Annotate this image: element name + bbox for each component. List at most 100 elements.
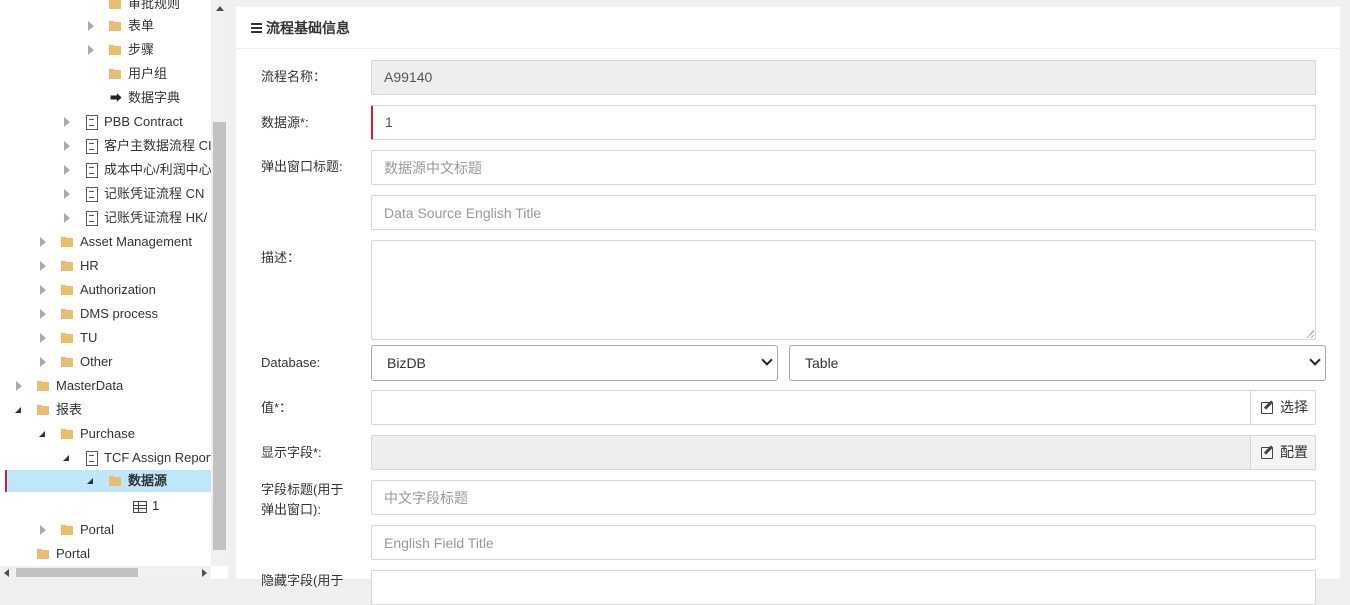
process-name-label: 流程名称： [261,69,327,84]
tree-item[interactable]: 用户组 [0,63,211,85]
tree-item[interactable]: Portal [0,543,211,565]
tree-item[interactable]: 成本中心/利润中心 [0,159,211,181]
tree-item[interactable]: 客户主数据流程 CI [0,135,211,157]
description-textarea[interactable] [371,240,1316,340]
tree-item[interactable]: 记账凭证流程 HK/ [0,207,211,229]
chevron-down-icon [1309,354,1321,366]
folder-icon [60,255,76,277]
tree-item[interactable]: ⮕ 数据字典 [0,87,211,109]
tree-vertical-scrollbar[interactable] [211,0,228,566]
collapsed-caret-icon[interactable] [38,351,50,373]
database-select[interactable]: BizDB [371,345,778,381]
popup-title-cn-input[interactable] [371,150,1316,185]
config-button[interactable]: 配置 [1250,435,1316,470]
scrollbar-thumb[interactable] [213,122,226,550]
folder-icon [36,399,52,421]
tree-item[interactable]: 报表 [0,399,211,421]
folder-icon [108,39,124,61]
folder-icon [108,15,124,37]
tree-item-label: 客户主数据流程 CI [104,138,211,153]
collapsed-caret-icon[interactable] [86,39,98,61]
tree-item[interactable]: 记账凭证流程 CN [0,183,211,205]
tree-item-label: Asset Management [80,234,193,249]
tree-item[interactable]: Other [0,351,211,373]
folder-icon [108,0,124,15]
collapsed-caret-icon[interactable] [62,159,74,181]
tree-item[interactable]: MasterData [0,375,211,397]
tree-item[interactable]: Portal [0,519,211,541]
expanded-caret-icon[interactable] [86,470,98,492]
collapsed-caret-icon[interactable] [38,327,50,349]
tree-item[interactable]: 数据源 [5,470,211,492]
tree-item[interactable]: DMS process [0,303,211,325]
datasource-label: 数据源*: [261,115,309,130]
value-label: 值*： [261,400,293,415]
scroll-left-arrow-icon[interactable] [0,566,14,579]
tree-item-label: HR [80,258,99,273]
datasource-field[interactable]: 1 [371,105,1316,140]
collapsed-caret-icon[interactable] [62,183,74,205]
tree-horizontal-scrollbar[interactable] [0,566,211,579]
resize-grip-icon[interactable] [1306,330,1314,338]
scrollbar-thumb[interactable] [16,568,138,577]
tree-item-label: 数据源 [128,473,168,488]
tree-item-label: 用户组 [128,66,168,81]
tree-item[interactable]: Authorization [0,279,211,301]
expanded-caret-icon[interactable] [62,447,74,469]
tree-item[interactable]: TCF Assign Report [0,447,211,469]
collapsed-caret-icon[interactable] [62,111,74,133]
tree-item[interactable]: 步骤 [0,39,211,61]
select-button[interactable]: 选择 [1250,390,1316,425]
collapsed-caret-icon[interactable] [62,207,74,229]
field-title-en-input[interactable] [371,525,1316,560]
sign-in-icon: ⮕ [109,91,122,105]
tree-item[interactable]: PBB Contract [0,111,211,133]
value-field[interactable] [371,390,1251,425]
tree-item[interactable]: 1 [0,495,211,517]
collapsed-caret-icon[interactable] [38,303,50,325]
expanded-caret-icon[interactable] [38,423,50,445]
expanded-caret-icon[interactable] [14,399,26,421]
collapsed-caret-icon[interactable] [38,255,50,277]
tree-item-label: 成本中心/利润中心 [104,162,211,177]
tree-item-label: Portal [56,546,90,561]
tree-item[interactable]: 表单 [0,15,211,37]
tree-item-label: 数据字典 [128,90,181,105]
folder-icon [60,231,76,253]
process-name-field: A99140 [371,60,1316,95]
popup-title-en-input[interactable] [371,195,1316,230]
folder-icon [36,375,52,397]
collapsed-caret-icon[interactable] [86,15,98,37]
folder-icon [108,470,124,492]
field-title-cn-input[interactable] [371,480,1316,515]
document-icon [84,207,100,229]
database-select-value: BizDB [387,355,426,371]
field-title-label-line2: 弹出窗口): [261,502,321,517]
scroll-up-arrow-icon[interactable] [211,0,228,17]
table-select-value: Table [805,355,839,371]
folder-icon [60,423,76,445]
collapsed-caret-icon[interactable] [38,519,50,541]
folder-icon [60,279,76,301]
table-select[interactable]: Table [789,345,1326,381]
collapsed-caret-icon[interactable] [38,231,50,253]
collapsed-caret-icon[interactable] [62,135,74,157]
tree-item[interactable]: Asset Management [0,231,211,253]
tree-item-label: Portal [80,522,114,537]
hidden-field-input[interactable] [371,570,1316,605]
document-icon [84,183,100,205]
collapsed-caret-icon[interactable] [38,279,50,301]
document-icon [84,159,100,181]
folder-icon [60,519,76,541]
table-icon [132,495,148,517]
tree-item[interactable]: 审批规则 [0,0,211,15]
tree-item[interactable]: HR [0,255,211,277]
field-title-label-line1: 字段标题(用于 [261,482,344,497]
chevron-down-icon [761,354,773,366]
collapsed-caret-icon[interactable] [14,375,26,397]
scroll-right-arrow-icon[interactable] [197,566,211,579]
tree-item-label: 记账凭证流程 HK/ [104,210,208,225]
tree-item[interactable]: Purchase [0,423,211,445]
description-label: 描述： [261,250,301,265]
tree-item[interactable]: TU [0,327,211,349]
